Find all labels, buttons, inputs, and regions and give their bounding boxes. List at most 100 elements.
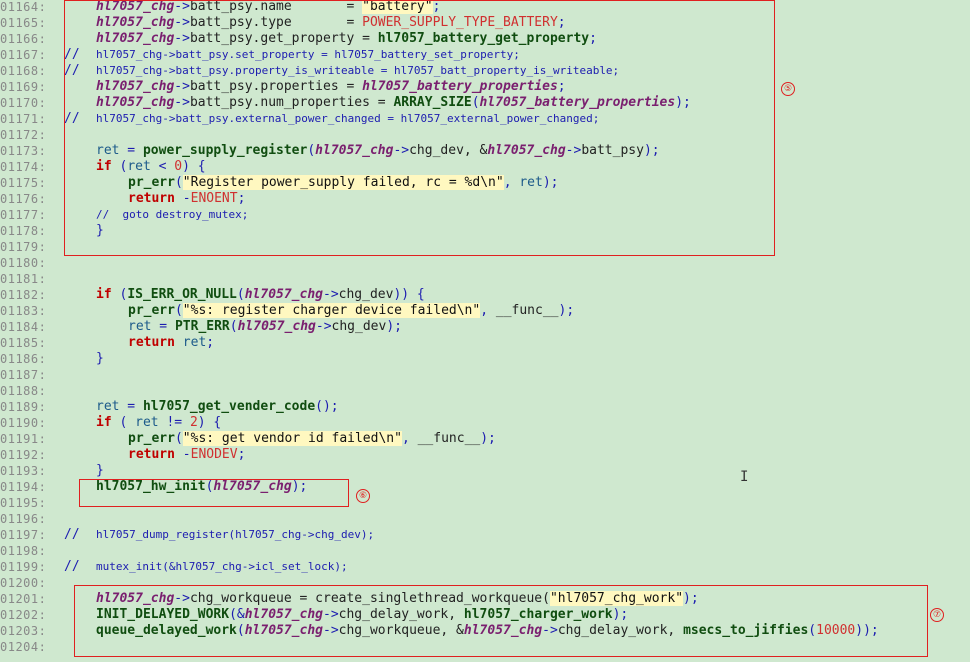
line-number: 01193: xyxy=(0,464,47,478)
token-fn: pr_err xyxy=(128,431,175,446)
annotation-badge-6: ⑥ xyxy=(356,489,370,503)
code-text: return -ENODEV; xyxy=(128,447,245,463)
line-number: 01186: xyxy=(0,352,47,366)
token-str: "%s: register charger device failed\n" xyxy=(182,303,481,318)
code-text: if ( ret != 2) { xyxy=(96,415,221,431)
token-kw: if xyxy=(96,415,112,430)
token-str: "%s: get vendor id failed\n" xyxy=(182,431,402,446)
line-number: 01173: xyxy=(0,144,47,158)
line-number: 01190: xyxy=(0,416,47,430)
line-number: 01174: xyxy=(0,160,47,174)
line-number: 01192: xyxy=(0,448,47,462)
line-number: 01203: xyxy=(0,624,47,638)
line-number: 01176: xyxy=(0,192,47,206)
code-text: if (IS_ERR_OR_NULL(hl7057_chg->chg_dev))… xyxy=(96,287,425,303)
code-line[interactable]: 01182: if (IS_ERR_OR_NULL(hl7057_chg->chg… xyxy=(0,287,970,303)
comment-marker: // xyxy=(64,559,80,574)
line-number: 01200: xyxy=(0,576,47,590)
code-line[interactable]: 01197: // hl7057_dump_register(hl7057_chg-… xyxy=(0,527,970,543)
code-line[interactable]: 01193:} xyxy=(0,463,970,479)
token-op xyxy=(175,335,183,350)
token-op: ); xyxy=(480,431,496,446)
annotation-badge-5: ⑤ xyxy=(781,82,795,96)
token-op: ( xyxy=(111,415,136,430)
line-number: 01172: xyxy=(0,128,47,142)
line-number: 01182: xyxy=(0,288,47,302)
token-plain: __func__ xyxy=(495,303,559,318)
code-line[interactable]: 01187: xyxy=(0,367,970,383)
token-op: ; xyxy=(206,335,215,350)
line-number: 01197: xyxy=(0,528,47,542)
code-line[interactable]: 01198: xyxy=(0,543,970,559)
token-op: = xyxy=(119,399,143,414)
token-macro: IS_ERR_OR_NULL xyxy=(127,287,237,302)
line-number: 01195: xyxy=(0,496,47,510)
code-text: mutex_init(&hl7057_chg->icl_set_lock); xyxy=(96,559,348,575)
token-plain: chg_dev xyxy=(338,287,394,302)
line-number: 01183: xyxy=(0,304,47,318)
token-comment: mutex_init(&hl7057_chg->icl_set_lock); xyxy=(96,560,348,573)
token-ident: ret xyxy=(182,335,207,350)
token-fn: pr_err xyxy=(128,303,175,318)
code-text: pr_err("%s: register charger device fail… xyxy=(128,303,574,319)
annotation-box-5 xyxy=(64,0,775,256)
token-op: ; xyxy=(237,447,246,462)
code-text: return ret; xyxy=(128,335,214,351)
token-op: } xyxy=(96,351,104,366)
token-kw: return xyxy=(128,335,175,350)
token-op: != xyxy=(158,415,190,430)
code-line[interactable]: 01184: ret = PTR_ERR(hl7057_chg->chg_dev)… xyxy=(0,319,970,335)
token-op: -> xyxy=(323,287,339,302)
comment-marker: // xyxy=(64,527,80,542)
code-line[interactable]: 01181: xyxy=(0,271,970,287)
line-number: 01199: xyxy=(0,560,47,574)
token-var: hl7057_chg xyxy=(244,287,323,302)
code-line[interactable]: 01188: xyxy=(0,383,970,399)
line-number: 01191: xyxy=(0,432,47,446)
token-op: ) { xyxy=(197,415,222,430)
code-line[interactable]: 01185: return ret; xyxy=(0,335,970,351)
code-line[interactable]: 01190: if ( ret != 2) { xyxy=(0,415,970,431)
line-number: 01177: xyxy=(0,208,47,222)
token-op: ); xyxy=(558,303,575,318)
code-line[interactable]: 01189: ret = hl7057_get_vender_code(); xyxy=(0,399,970,415)
line-number: 01189: xyxy=(0,400,47,414)
code-text: } xyxy=(96,351,104,367)
token-var: hl7057_chg xyxy=(237,319,316,334)
code-line[interactable]: 01183: pr_err("%s: register charger devic… xyxy=(0,303,970,319)
line-number: 01170: xyxy=(0,96,47,110)
token-op: (); xyxy=(315,399,339,414)
token-ident: ret xyxy=(128,319,152,334)
annotation-box-7 xyxy=(74,585,928,657)
token-op: ( xyxy=(111,287,128,302)
code-line[interactable]: 01196: xyxy=(0,511,970,527)
token-const: ENODEV xyxy=(190,447,238,462)
token-op: } xyxy=(96,463,104,478)
token-op: ( xyxy=(174,431,183,446)
token-op: = xyxy=(151,319,175,334)
token-fn: hl7057_get_vender_code xyxy=(142,399,316,414)
text-cursor-icon: I xyxy=(740,469,749,485)
token-op: ( xyxy=(174,303,183,318)
line-number: 01168: xyxy=(0,64,47,78)
code-line[interactable]: 01180: xyxy=(0,255,970,271)
annotation-box-6 xyxy=(79,479,349,507)
code-line[interactable]: 01191: pr_err("%s: get vendor id failed\n… xyxy=(0,431,970,447)
code-text: ret = hl7057_get_vender_code(); xyxy=(96,399,339,415)
token-macro: PTR_ERR xyxy=(174,319,230,334)
code-text: ret = PTR_ERR(hl7057_chg->chg_dev); xyxy=(128,319,402,335)
line-number: 01184: xyxy=(0,320,47,334)
line-number: 01201: xyxy=(0,592,47,606)
line-number: 01202: xyxy=(0,608,47,622)
line-number: 01164: xyxy=(0,0,47,14)
line-number: 01171: xyxy=(0,112,47,126)
code-line[interactable]: 01186:} xyxy=(0,351,970,367)
code-line[interactable]: 01192: return -ENODEV; xyxy=(0,447,970,463)
line-number: 01185: xyxy=(0,336,47,350)
token-op: ( xyxy=(229,319,238,334)
line-number: 01179: xyxy=(0,240,47,254)
line-number: 01194: xyxy=(0,480,47,494)
code-text: pr_err("%s: get vendor id failed\n", __f… xyxy=(128,431,496,447)
code-line[interactable]: 01199: // mutex_init(&hl7057_chg->icl_set_… xyxy=(0,559,970,575)
line-number: 01187: xyxy=(0,368,47,382)
